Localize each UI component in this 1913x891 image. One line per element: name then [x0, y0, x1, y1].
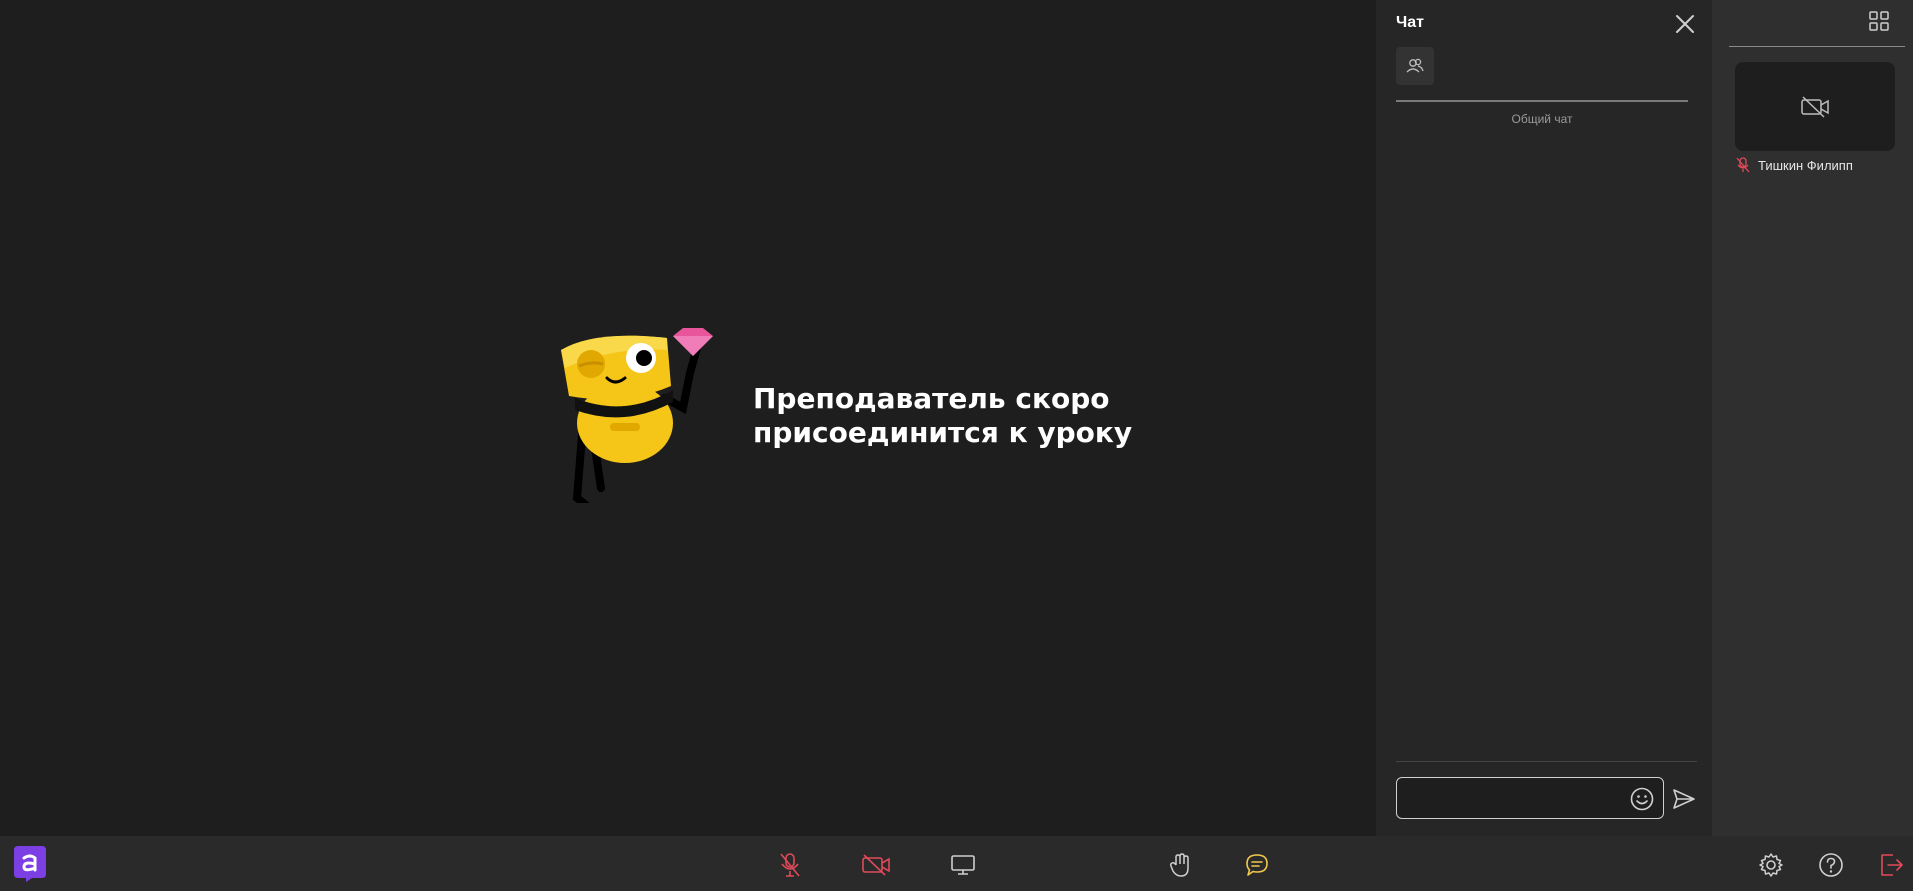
help-button[interactable]	[1816, 850, 1846, 880]
exit-icon	[1881, 854, 1903, 876]
help-icon	[1819, 853, 1843, 877]
close-icon[interactable]	[1673, 12, 1697, 36]
microphone-muted-icon	[780, 853, 800, 877]
logo-icon	[14, 846, 46, 882]
emoji-icon[interactable]	[1629, 786, 1655, 812]
chat-message-input[interactable]	[1405, 784, 1625, 812]
chat-tab-indicator	[1396, 100, 1688, 102]
waiting-block: Преподаватель скоро присоединится к урок…	[555, 328, 1153, 503]
raise-hand-button[interactable]	[1165, 850, 1195, 880]
chat-input-box	[1396, 777, 1664, 819]
chat-icon	[1246, 854, 1268, 876]
camera-off-icon	[1801, 95, 1829, 118]
participant-video-tile[interactable]	[1735, 62, 1895, 151]
microphone-muted-icon	[1736, 157, 1750, 173]
exit-button[interactable]	[1876, 850, 1906, 880]
settings-button[interactable]	[1756, 850, 1786, 880]
chat-title: Чат	[1396, 14, 1424, 31]
main-stage: Преподаватель скоро присоединится к урок…	[0, 0, 1376, 836]
chat-panel: Чат Общий чат	[1376, 0, 1712, 836]
participants-panel: Тишкин Филипп	[1712, 0, 1913, 836]
participant-name: Тишкин Филипп	[1758, 157, 1853, 173]
settings-icon	[1759, 853, 1783, 877]
camera-toggle-button[interactable]	[861, 850, 891, 880]
microphone-toggle-button[interactable]	[775, 850, 805, 880]
chat-divider	[1396, 761, 1697, 762]
users-icon	[1406, 58, 1424, 73]
raise-hand-icon	[1169, 853, 1189, 877]
screen-share-icon	[951, 855, 975, 875]
bottom-toolbar	[0, 836, 1913, 891]
participant-row: Тишкин Филипп	[1736, 157, 1853, 173]
chat-channel-label[interactable]: Общий чат	[1396, 112, 1688, 126]
chat-toggle-button[interactable]	[1242, 850, 1272, 880]
send-icon[interactable]	[1671, 786, 1697, 812]
screen-share-button[interactable]	[948, 850, 978, 880]
grid-view-icon[interactable]	[1868, 10, 1890, 32]
waiting-message: Преподаватель скоро присоединится к урок…	[753, 381, 1133, 449]
participants-divider	[1729, 46, 1905, 47]
chat-participants-button[interactable]	[1396, 47, 1434, 85]
mascot-illustration	[561, 328, 713, 503]
camera-off-icon	[862, 854, 890, 876]
